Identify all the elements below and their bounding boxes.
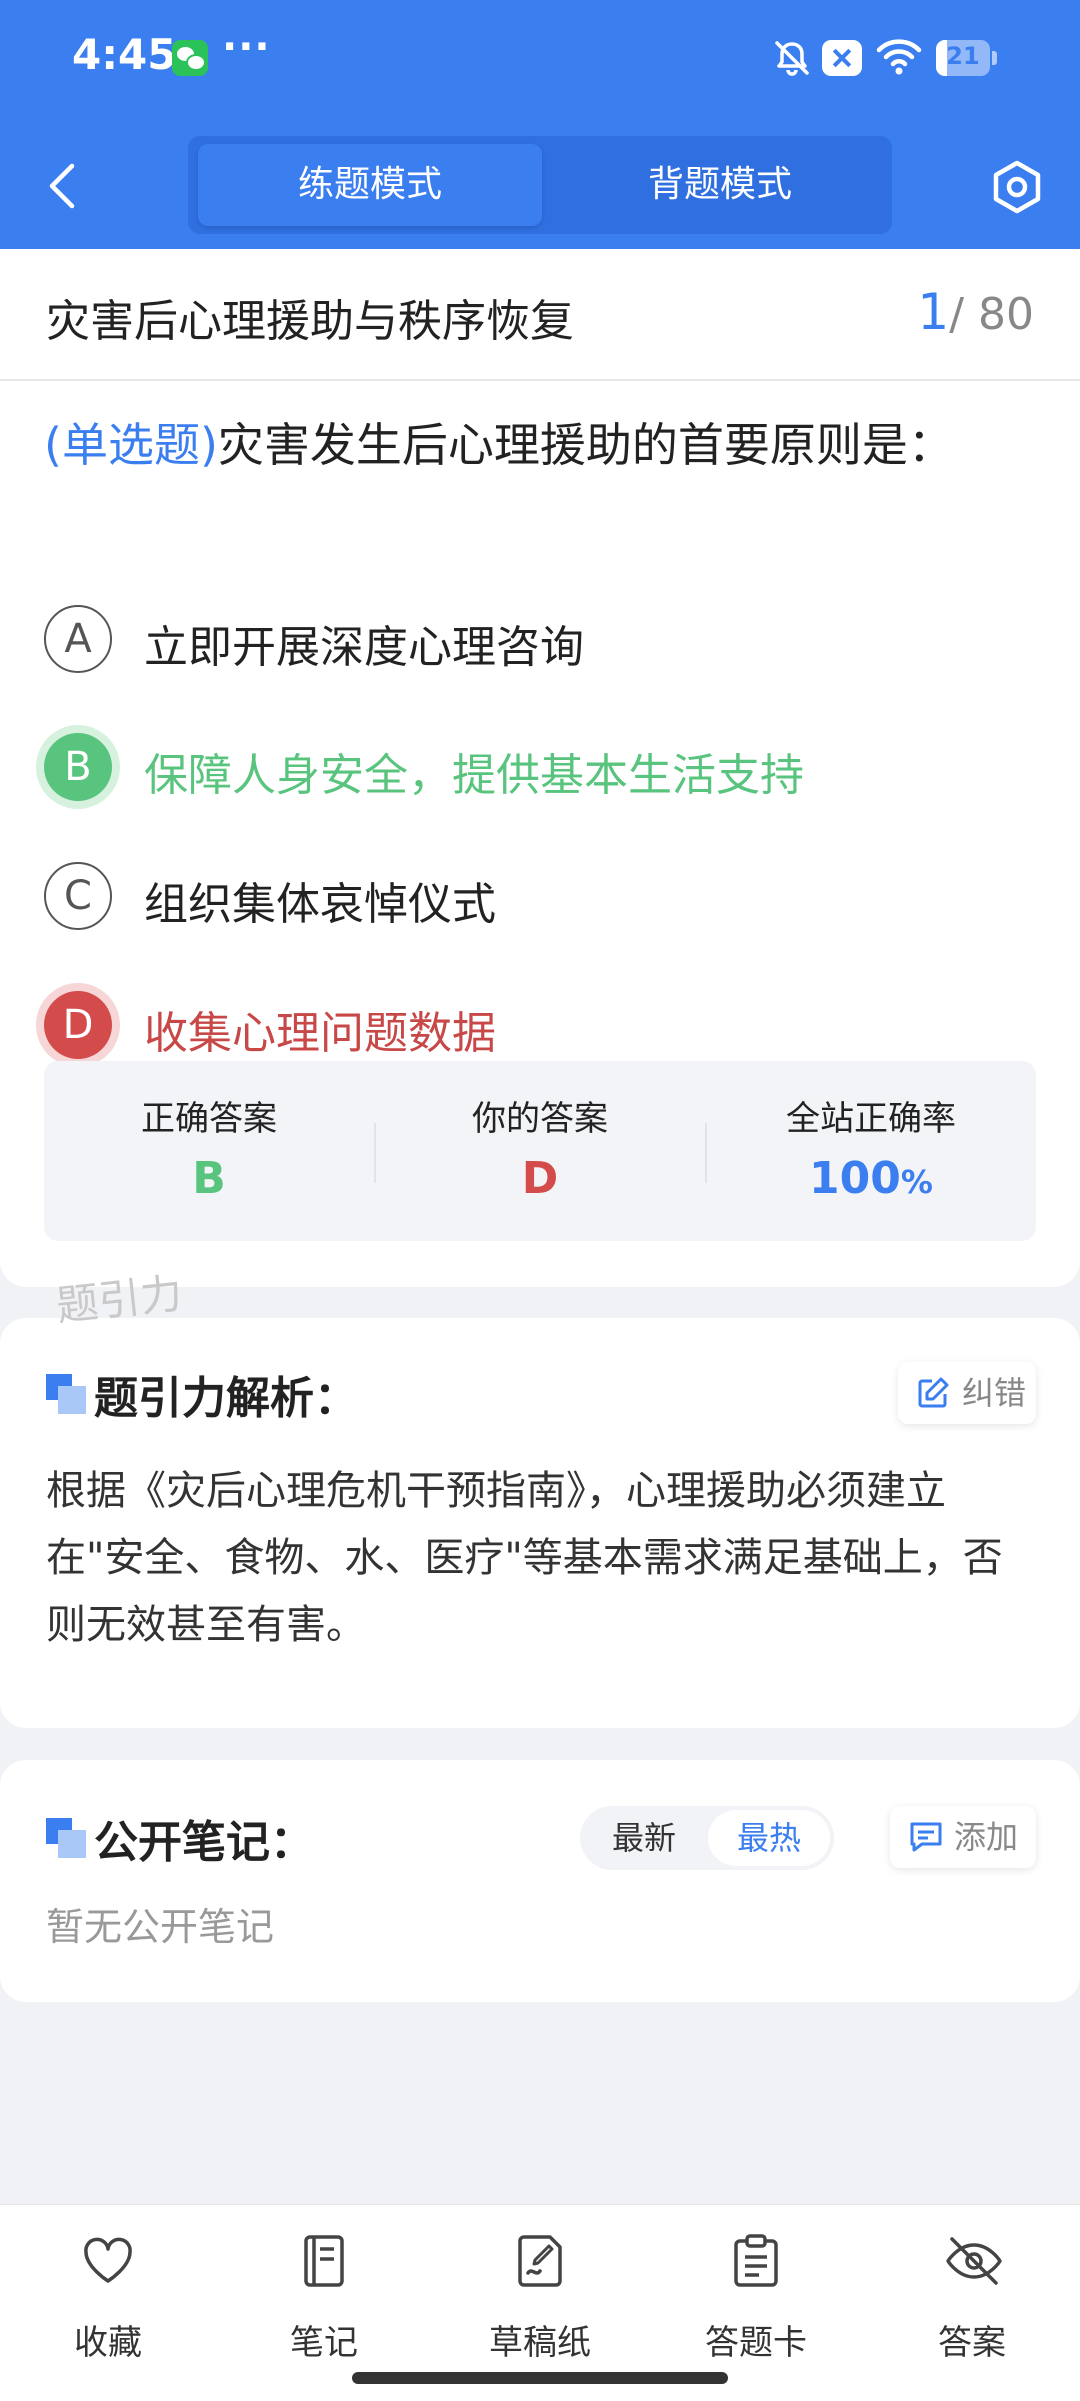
favorite-button[interactable]: 收藏 [8, 2225, 208, 2375]
status-time: 4:45 [72, 30, 177, 79]
analysis-text: 根据《灾后心理危机干预指南》，心理援助必须建立在"安全、食物、水、医疗"等基本需… [46, 1468, 1003, 1648]
question-text: (单选题)灾害发生后心理援助的首要原则是： [44, 409, 954, 475]
correct-answer-stat: 正确答案 B [44, 1061, 374, 1241]
analysis-title: 题引力解析： [94, 1373, 358, 1424]
option-c[interactable]: C 组织集体哀悼仪式 [44, 858, 1044, 938]
draft-paper-button[interactable]: 草稿纸 [440, 2225, 640, 2375]
option-a[interactable]: A 立即开展深度心理咨询 [44, 601, 1044, 681]
draft-icon [518, 2235, 562, 2287]
answer-stats: 正确答案 B 你的答案 D 全站正确率 100% [44, 1061, 1036, 1241]
answer-sheet-button[interactable]: 答题卡 [656, 2225, 856, 2375]
settings-icon[interactable] [988, 158, 1046, 216]
chapter-title: 灾害后心理援助与秩序恢复 [46, 296, 574, 347]
accuracy-value: 100% [706, 1153, 1036, 1204]
add-note-button[interactable]: 添加 [890, 1806, 1036, 1868]
your-answer-label: 你的答案 [472, 1099, 608, 1139]
sort-hottest[interactable]: 最热 [708, 1810, 830, 1866]
mode-switch: 练题模式 背题模式 [188, 136, 892, 234]
toggle-answer-button[interactable]: 答案 [872, 2225, 1072, 2375]
question-card: 灾害后心理援助与秩序恢复 1/ 80 (单选题)灾害发生后心理援助的首要原则是：… [0, 249, 1080, 1287]
heart-icon [84, 2237, 132, 2283]
answer-sheet-label: 答题卡 [705, 2323, 807, 2363]
toggle-answer-label: 答案 [938, 2323, 1006, 2363]
battery-level: 21 [946, 42, 980, 70]
add-note-label: 添加 [954, 1818, 1019, 1856]
option-letter: A [44, 605, 112, 673]
tab-memorize-mode[interactable]: 背题模式 [548, 144, 892, 226]
option-text: 组织集体哀悼仪式 [144, 879, 496, 930]
notebook-icon [304, 2235, 344, 2287]
comment-icon [910, 1822, 942, 1852]
analysis-card: 题引力解析： 纠错 根据《灾后心理危机干预指南》，心理援助必须建立在"安全、食物… [0, 1318, 1080, 1728]
option-b[interactable]: B 保障人身安全，提供基本生活支持 [44, 729, 1044, 809]
more-notifications-icon: ··· [222, 24, 271, 70]
option-text: 立即开展深度心理咨询 [144, 622, 584, 673]
accuracy-number: 100 [809, 1153, 901, 1204]
option-text: 保障人身安全，提供基本生活支持 [144, 750, 804, 801]
section-icon [46, 1818, 86, 1858]
sort-latest[interactable]: 最新 [584, 1806, 704, 1870]
option-letter: C [44, 862, 112, 930]
home-indicator[interactable] [352, 2372, 728, 2384]
report-error-label: 纠错 [962, 1374, 1027, 1412]
option-letter: D [44, 991, 112, 1059]
clipboard-icon [734, 2234, 778, 2287]
notes-title: 公开笔记： [94, 1817, 314, 1868]
correct-answer-label: 正确答案 [141, 1099, 277, 1139]
notes-card: 公开笔记： 最新 最热 添加 暂无公开笔记 [0, 1760, 1080, 2002]
question-type: (单选题) [44, 418, 218, 472]
section-icon [46, 1374, 86, 1414]
option-d[interactable]: D 收集心理问题数据 [44, 987, 1044, 1067]
accuracy-unit: % [900, 1163, 933, 1201]
wechat-icon [172, 40, 208, 76]
back-icon[interactable] [44, 160, 80, 212]
favorite-label: 收藏 [74, 2323, 142, 2363]
edit-icon [918, 1377, 949, 1408]
notes-button[interactable]: 笔记 [224, 2225, 424, 2375]
question-counter: 1/ 80 [917, 283, 1034, 341]
question-title-row: 灾害后心理援助与秩序恢复 1/ 80 [0, 249, 1080, 381]
current-question-number: 1 [917, 283, 950, 341]
question-stem: 灾害发生后心理援助的首要原则是： [217, 418, 954, 472]
notes-sort-toggle: 最新 最热 [580, 1806, 834, 1870]
notes-label: 笔记 [290, 2323, 358, 2363]
app-header: 4:45 ··· 21 练题模式 背题模式 [0, 0, 1080, 249]
accuracy-label: 全站正确率 [786, 1099, 956, 1139]
wifi-icon [876, 39, 922, 75]
option-letter: B [44, 733, 112, 801]
draft-paper-label: 草稿纸 [489, 2323, 591, 2363]
mute-icon [775, 41, 809, 76]
empty-notes-text: 暂无公开笔记 [46, 1905, 275, 1949]
correct-answer-value: B [192, 1153, 226, 1204]
eye-off-icon [946, 2237, 1002, 2285]
your-answer-stat: 你的答案 D [375, 1061, 705, 1241]
status-bar: 4:45 ··· 21 [0, 0, 1080, 118]
accuracy-stat: 全站正确率 100% [706, 1061, 1036, 1241]
option-text: 收集心理问题数据 [144, 1008, 496, 1059]
total-questions: / 80 [949, 289, 1034, 340]
tab-practice-mode[interactable]: 练题模式 [198, 144, 542, 226]
battery-icon: 21 [936, 40, 997, 76]
report-error-button[interactable]: 纠错 [898, 1362, 1036, 1424]
close-notification-icon [822, 40, 862, 76]
your-answer-value: D [521, 1153, 559, 1204]
